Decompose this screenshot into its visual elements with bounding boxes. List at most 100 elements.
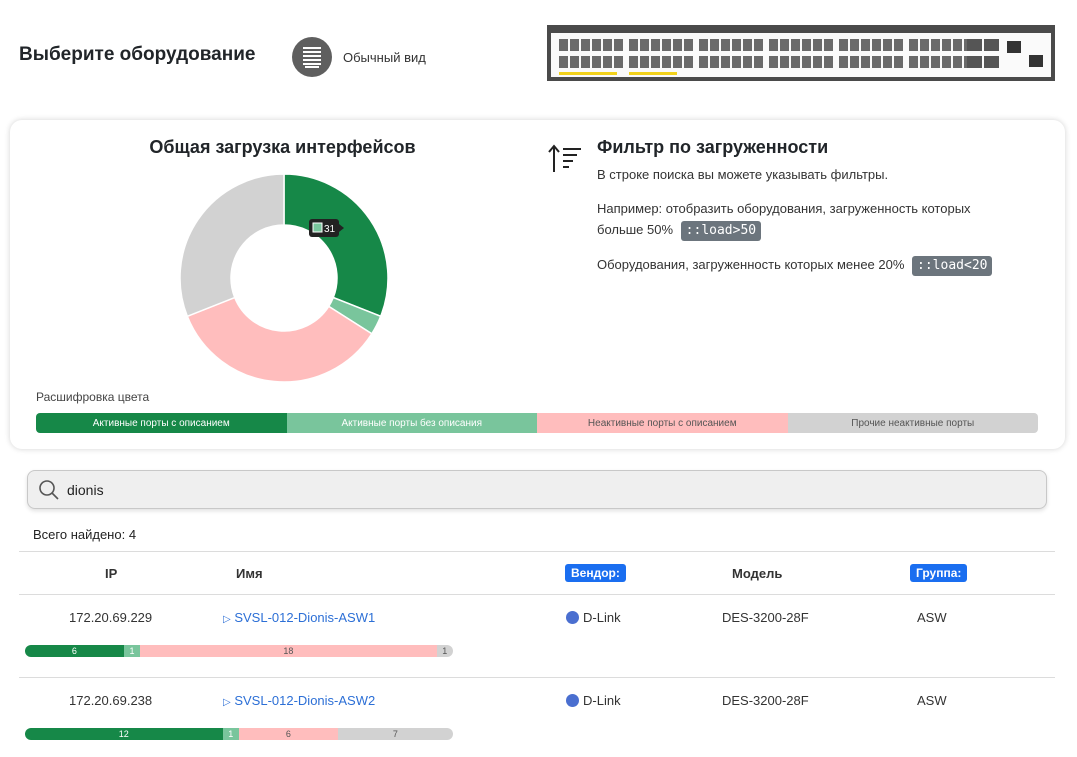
legend-active-with-description: Активные порты с описанием <box>36 413 287 433</box>
sort-filter-icon <box>548 144 581 172</box>
load-active-with-description: 12 <box>25 728 223 740</box>
switch-port <box>942 56 951 68</box>
load-active-without-description: 1 <box>222 728 239 740</box>
slice-other-inactive[interactable] <box>179 173 285 318</box>
load-active-with-description: 6 <box>25 645 124 657</box>
row-model: DES-3200-28F <box>722 610 809 625</box>
column-header-group-filter[interactable]: Группа: <box>910 564 968 582</box>
switch-port <box>953 56 962 68</box>
switch-port <box>909 56 918 68</box>
device-name: SVSL-012-Dionis-ASW2 <box>234 693 376 708</box>
load-donut-chart: 31 <box>179 173 389 383</box>
port-load-bar: 12 1 6 7 <box>25 728 453 740</box>
port-load-bar: 6 1 18 1 <box>25 645 453 657</box>
switch-port <box>581 39 590 51</box>
legend-title: Расшифровка цвета <box>36 390 150 404</box>
device-link[interactable]: ▷ SVSL-012-Dionis-ASW1 <box>223 610 375 625</box>
column-header-model[interactable]: Модель <box>732 566 782 581</box>
load-other-inactive: 7 <box>337 728 453 740</box>
divider <box>19 677 1055 678</box>
switch-port <box>640 39 649 51</box>
column-header-vendor-filter[interactable]: Вендор: <box>565 564 626 582</box>
switch-port <box>629 56 638 68</box>
legend-inactive-with-description: Неактивные порты с описанием <box>537 413 788 433</box>
switch-port <box>614 39 623 51</box>
load-summary-card: Общая загрузка интерфейсов 31 Фильтр по … <box>10 120 1065 449</box>
switch-port <box>640 56 649 68</box>
switch-port <box>699 56 708 68</box>
expand-triangle-icon: ▷ <box>223 697 231 708</box>
divider <box>19 551 1055 552</box>
switch-port <box>909 39 918 51</box>
switch-port <box>684 39 693 51</box>
switch-port <box>813 56 822 68</box>
switch-port <box>651 56 660 68</box>
switch-port <box>894 56 903 68</box>
sfp-port <box>984 39 999 51</box>
switch-port <box>894 39 903 51</box>
switch-port <box>780 39 789 51</box>
row-group: ASW <box>917 693 947 708</box>
switch-port <box>802 56 811 68</box>
filter-example-2: Оборудования, загруженность которых мене… <box>597 254 993 276</box>
view-toggle-button[interactable]: Обычный вид <box>292 37 426 77</box>
tooltip-value: 31 <box>324 224 336 235</box>
switch-port <box>813 39 822 51</box>
sfp-port <box>984 56 999 68</box>
switch-port <box>802 39 811 51</box>
view-toggle-label: Обычный вид <box>343 49 426 65</box>
switch-port <box>850 39 859 51</box>
vendor-name: D-Link <box>583 610 621 625</box>
filter-example-2-text: Оборудования, загруженность которых мене… <box>597 257 905 272</box>
search-icon <box>39 479 59 500</box>
switch-port <box>791 56 800 68</box>
list-view-icon <box>292 37 332 77</box>
switch-port <box>942 39 951 51</box>
switch-port <box>769 56 778 68</box>
load-active-without-description: 1 <box>123 645 141 657</box>
switch-port <box>872 56 881 68</box>
search-input[interactable] <box>67 481 967 498</box>
switch-port <box>953 39 962 51</box>
switch-port <box>629 39 638 51</box>
switch-port <box>662 39 671 51</box>
switch-port <box>559 56 568 68</box>
legend-other-inactive: Прочие неактивные порты <box>787 413 1038 433</box>
device-link[interactable]: ▷ SVSL-012-Dionis-ASW2 <box>223 693 375 708</box>
search-box[interactable] <box>27 470 1047 509</box>
filter-title: Фильтр по загруженности <box>597 137 829 157</box>
management-port <box>1029 55 1043 67</box>
page-title: Выберите оборудование <box>19 44 256 65</box>
switch-port <box>651 39 660 51</box>
switch-port <box>754 56 763 68</box>
slice-active-with-description[interactable] <box>283 173 389 318</box>
switch-port <box>603 56 612 68</box>
switch-port <box>592 39 601 51</box>
row-group: ASW <box>917 610 947 625</box>
column-header-name[interactable]: Имя <box>236 566 263 581</box>
column-header-ip[interactable]: IP <box>105 566 117 581</box>
chart-title: Общая загрузка интерфейсов <box>149 137 416 157</box>
network-switch-image <box>547 25 1055 81</box>
results-count: Всего найдено: 4 <box>33 527 137 542</box>
switch-port <box>920 39 929 51</box>
expand-triangle-icon: ▷ <box>223 614 231 625</box>
switch-port <box>732 39 741 51</box>
switch-port <box>721 39 730 51</box>
switch-port <box>581 56 590 68</box>
switch-port <box>699 39 708 51</box>
filter-example-1: Например: отобразить оборудования, загру… <box>597 198 1017 241</box>
switch-port <box>614 56 623 68</box>
filter-hint: В строке поиска вы можете указывать филь… <box>597 167 889 182</box>
device-name: SVSL-012-Dionis-ASW1 <box>234 610 376 625</box>
switch-port <box>754 39 763 51</box>
switch-port <box>839 39 848 51</box>
load-inactive-with-description: 6 <box>238 728 338 740</box>
switch-port <box>732 56 741 68</box>
switch-port <box>603 39 612 51</box>
switch-port <box>839 56 848 68</box>
switch-port <box>780 56 789 68</box>
switch-port <box>791 39 800 51</box>
vendor-name: D-Link <box>583 693 621 708</box>
console-port <box>1007 41 1021 53</box>
